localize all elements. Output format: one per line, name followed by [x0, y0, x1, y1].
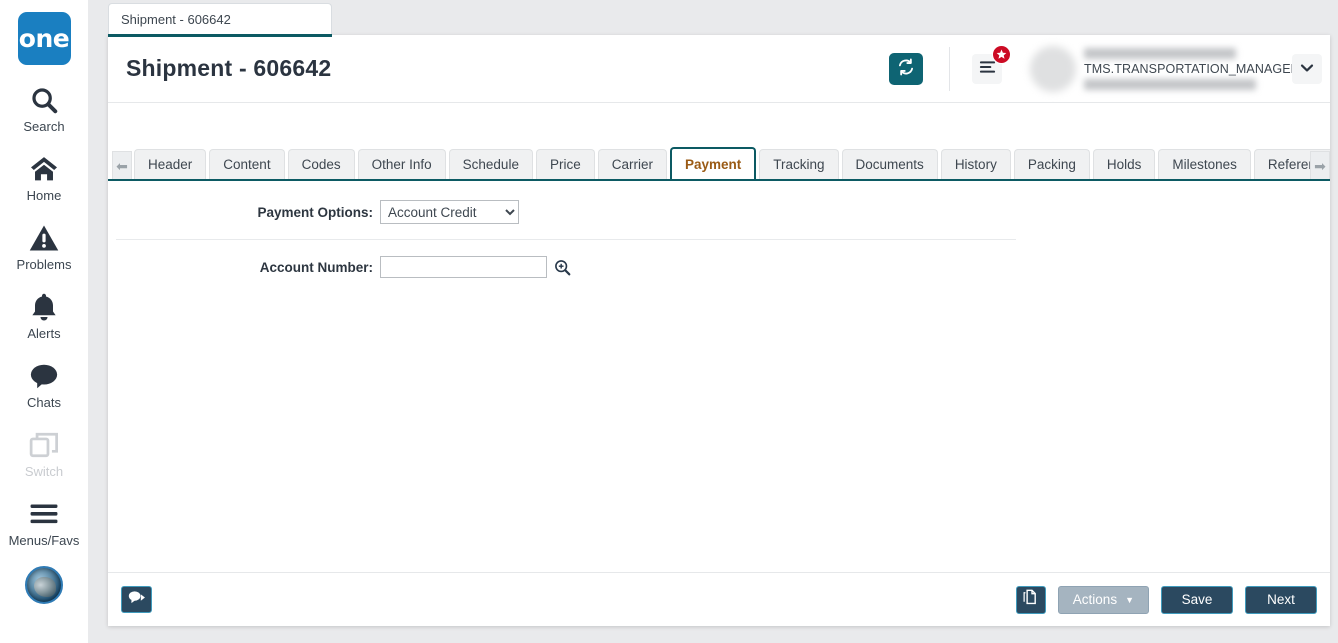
chat-icon: [29, 361, 59, 391]
document-tab-label: Shipment - 606642: [121, 12, 231, 27]
tab-label: Content: [223, 157, 271, 172]
payment-options-label: Payment Options:: [257, 204, 373, 220]
tab-carrier[interactable]: Carrier: [597, 149, 667, 179]
rail-label-chats: Chats: [27, 395, 61, 410]
card-header: Shipment - 606642 TMS.TRANSPORTATION_MAN…: [108, 35, 1330, 103]
user-role: TMS.TRANSPORTATION_MANAGER: [1084, 62, 1300, 76]
user-email-redacted: [1084, 79, 1256, 90]
user-menu-button[interactable]: [1292, 54, 1322, 84]
tab-scroll-left-button[interactable]: ⬅: [112, 151, 132, 179]
switch-icon: [29, 430, 59, 460]
chat-send-icon: [127, 590, 146, 610]
chat-send-button[interactable]: [121, 586, 152, 613]
tab-scroll-right-button[interactable]: ➡: [1310, 151, 1330, 179]
main-card: Shipment - 606642 TMS.TRANSPORTATION_MAN…: [108, 35, 1330, 626]
chevron-down-icon: [1300, 60, 1314, 78]
header-actions: TMS.TRANSPORTATION_MANAGER: [889, 35, 1322, 103]
rail-label-search: Search: [23, 119, 65, 134]
tab-payment[interactable]: Payment: [669, 147, 757, 179]
payment-form: Payment Options: Account Credit Account …: [108, 181, 1330, 556]
tab-label: Other Info: [371, 157, 432, 172]
page-title: Shipment - 606642: [126, 55, 332, 81]
rail-item-chats[interactable]: Chats: [0, 361, 88, 410]
copy-button[interactable]: [1015, 585, 1046, 614]
rail-item-menus-favs[interactable]: Menus/Favs: [0, 499, 88, 548]
document-tab-underline: [108, 34, 332, 37]
header-divider: [949, 47, 950, 91]
magnifier-plus-icon[interactable]: [554, 259, 571, 276]
one-logo[interactable]: one: [17, 12, 71, 65]
bell-icon: [30, 292, 58, 322]
search-icon: [29, 85, 59, 115]
next-button[interactable]: Next: [1245, 585, 1317, 614]
tab-schedule[interactable]: Schedule: [448, 149, 533, 179]
rail-user-avatar[interactable]: [25, 566, 63, 604]
tab-tracking[interactable]: Tracking: [759, 149, 839, 179]
user-avatar[interactable]: [1030, 46, 1076, 92]
rail-item-problems[interactable]: Problems: [0, 223, 88, 272]
tab-label: Price: [549, 157, 581, 172]
form-divider: [116, 239, 1016, 240]
account-number-row: Account Number:: [108, 250, 1330, 284]
tab-label: History: [954, 157, 997, 172]
header-menu-button[interactable]: [972, 45, 1011, 84]
arrow-left-icon: ⬅: [116, 157, 128, 174]
tab-label: Documents: [855, 157, 924, 172]
hamburger-icon: [29, 499, 59, 529]
rail-label-menus-favs: Menus/Favs: [8, 533, 80, 548]
refresh-button[interactable]: [889, 53, 923, 85]
tab-history[interactable]: History: [940, 149, 1011, 179]
tab-other-info[interactable]: Other Info: [357, 149, 446, 179]
left-navigation-rail: one Search Home Problems Alerts Chats Sw…: [0, 0, 88, 643]
menu-lines-icon: [979, 60, 996, 79]
rail-label-problems: Problems: [16, 257, 72, 272]
tab-packing[interactable]: Packing: [1013, 149, 1090, 179]
actions-button[interactable]: Actions ▼: [1057, 585, 1149, 614]
actions-label: Actions: [1072, 592, 1118, 607]
rail-item-alerts[interactable]: Alerts: [0, 292, 88, 341]
tab-milestones[interactable]: Milestones: [1158, 149, 1251, 179]
account-number-input[interactable]: [380, 256, 547, 278]
payment-options-row: Payment Options: Account Credit: [108, 195, 1330, 229]
copy-icon: [1023, 589, 1038, 610]
tab-label: Header: [148, 157, 193, 172]
rail-label-alerts: Alerts: [27, 326, 61, 341]
card-footer: Actions ▼ Save Next: [108, 572, 1330, 626]
document-tab[interactable]: Shipment - 606642: [108, 3, 332, 35]
warning-icon: [29, 223, 59, 253]
save-button[interactable]: Save: [1161, 585, 1233, 614]
next-label: Next: [1267, 592, 1295, 607]
save-label: Save: [1181, 592, 1213, 607]
rail-item-search[interactable]: Search: [0, 85, 88, 134]
tab-label: Tracking: [773, 157, 825, 172]
tab-header[interactable]: Header: [134, 149, 207, 179]
home-icon: [29, 154, 59, 184]
payment-options-select[interactable]: Account Credit: [380, 200, 519, 224]
tab-codes[interactable]: Codes: [287, 149, 355, 179]
user-info: TMS.TRANSPORTATION_MANAGER: [1084, 44, 1300, 94]
caret-down-icon: ▼: [1125, 594, 1134, 605]
rail-label-home: Home: [26, 188, 62, 203]
tab-label: Payment: [684, 156, 742, 172]
arrow-right-icon: ➡: [1314, 157, 1326, 174]
user-name-redacted: [1084, 48, 1236, 59]
tab-documents[interactable]: Documents: [841, 149, 938, 179]
tab-label: Schedule: [462, 157, 519, 172]
tab-content[interactable]: Content: [209, 149, 285, 179]
tab-holds[interactable]: Holds: [1092, 149, 1156, 179]
tab-price[interactable]: Price: [535, 149, 595, 179]
tab-strip: ⬅ Header Content Codes Other Info Schedu…: [108, 147, 1330, 181]
refresh-icon: [897, 58, 915, 81]
tab-label: Packing: [1027, 157, 1076, 172]
tab-label: Holds: [1106, 157, 1142, 172]
account-number-label: Account Number:: [259, 259, 373, 275]
rail-item-switch: Switch: [0, 430, 88, 479]
tab-label: Carrier: [611, 157, 653, 172]
rail-item-home[interactable]: Home: [0, 154, 88, 203]
tab-label: Codes: [301, 157, 341, 172]
rail-label-switch: Switch: [24, 464, 64, 479]
star-icon: [992, 45, 1011, 64]
tab-label: Milestones: [1172, 157, 1237, 172]
